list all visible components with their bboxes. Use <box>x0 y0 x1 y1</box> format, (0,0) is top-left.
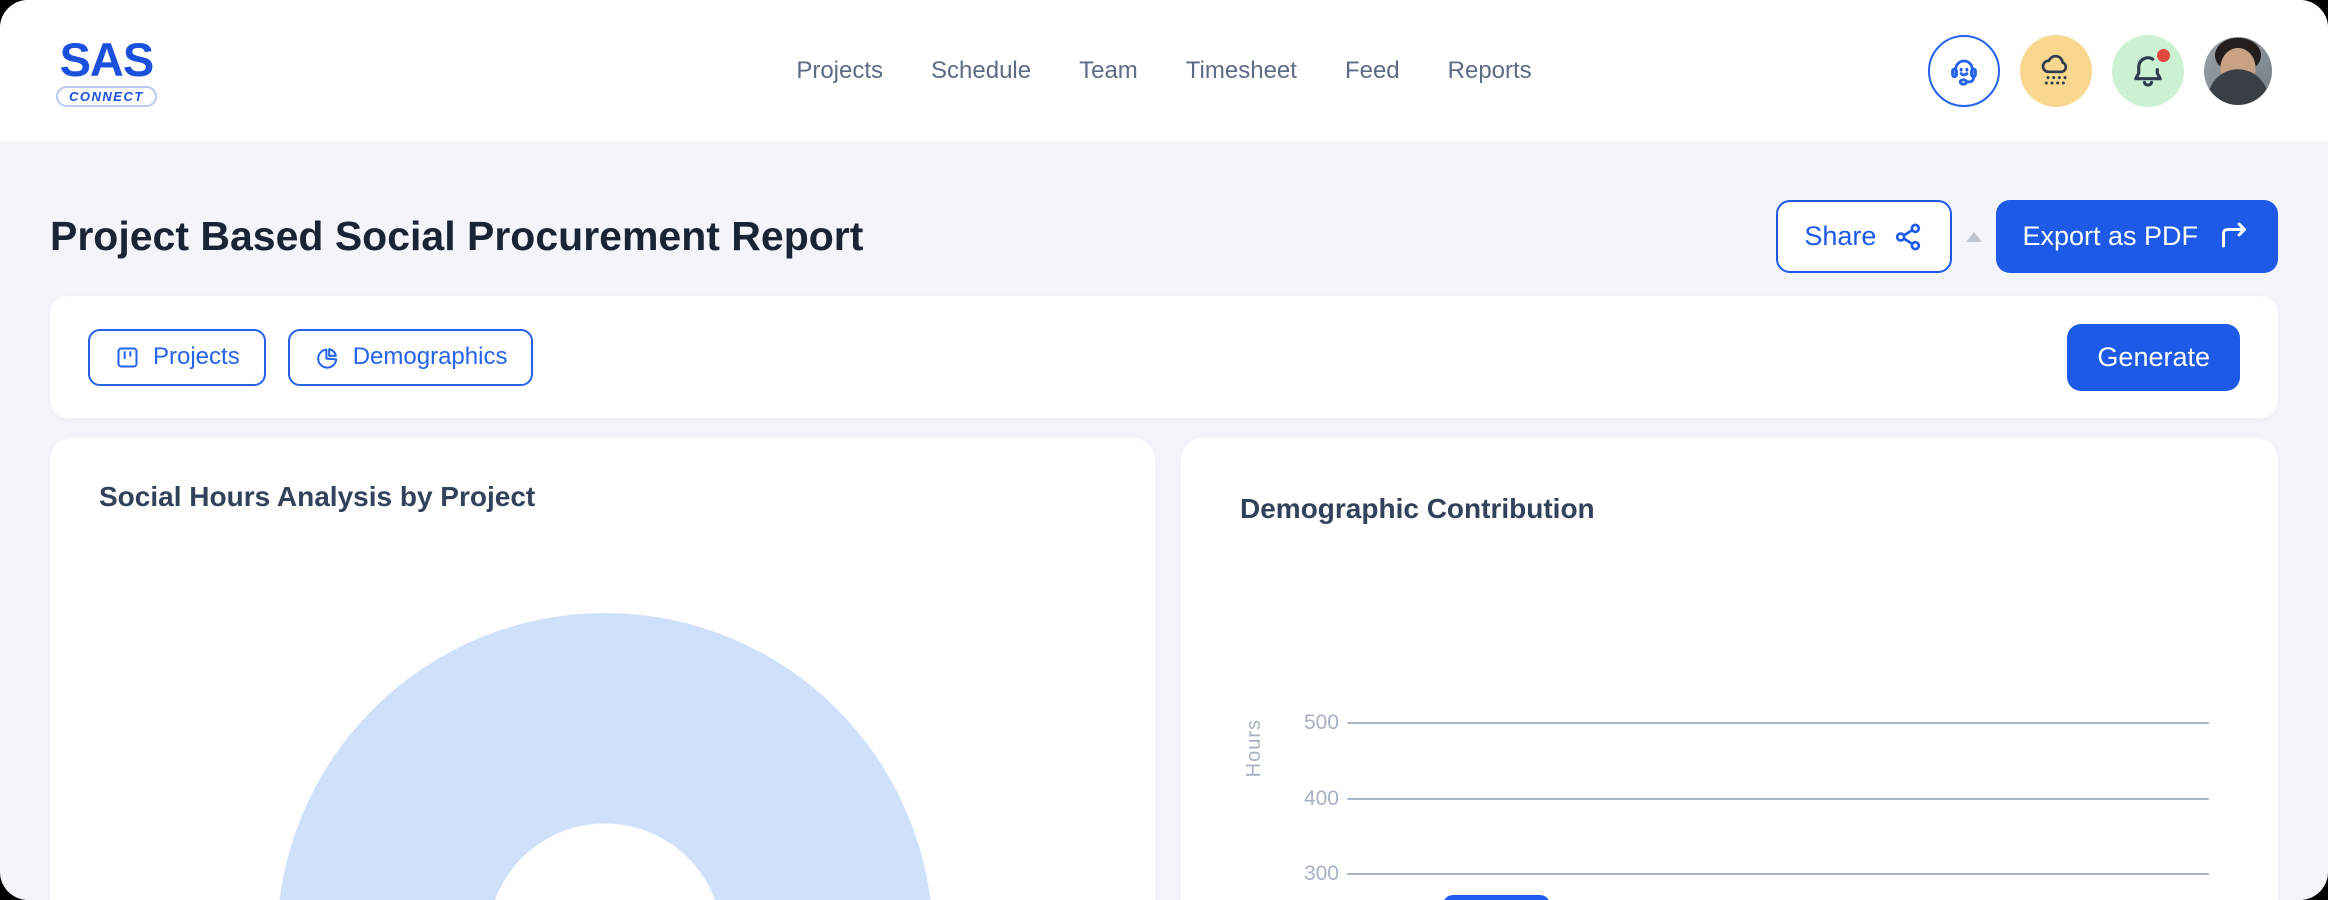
share-button[interactable]: Share <box>1776 200 1952 273</box>
header-icon-group <box>1928 35 2272 107</box>
share-nodes-icon <box>1892 221 1924 253</box>
export-pdf-button[interactable]: Export as PDF <box>1996 200 2278 273</box>
export-arrow-icon <box>2216 219 2252 255</box>
brand-name: SAS <box>60 36 154 83</box>
nav-item-projects[interactable]: Projects <box>796 57 883 85</box>
pie-chart-icon <box>314 344 341 371</box>
generate-button-label: Generate <box>2097 342 2210 373</box>
nav-item-timesheet[interactable]: Timesheet <box>1186 57 1297 85</box>
top-navbar: SAS CONNECT Projects Schedule Team Times… <box>0 0 2328 143</box>
page-header-row: Project Based Social Procurement Report … <box>50 200 2278 273</box>
filter-demographics-label: Demographics <box>353 343 508 371</box>
y-axis-label: Hours <box>1243 719 1266 777</box>
social-hours-donut-chart <box>277 613 933 900</box>
nav-item-team[interactable]: Team <box>1079 57 1138 85</box>
page-actions: Share Export as PDF <box>1776 200 2278 273</box>
support-button[interactable] <box>1928 35 2000 107</box>
filter-demographics-button[interactable]: Demographics <box>288 329 534 386</box>
headset-support-icon <box>1944 51 1984 91</box>
filter-projects-button[interactable]: Projects <box>88 329 266 386</box>
brand-badge: CONNECT <box>56 86 157 107</box>
bar-segment <box>1443 895 1550 900</box>
share-button-label: Share <box>1804 221 1876 252</box>
caret-up-icon <box>1966 232 1982 242</box>
export-pdf-button-label: Export as PDF <box>2022 221 2198 252</box>
notifications-button[interactable] <box>2112 35 2184 107</box>
gridline-500: 500 <box>1299 711 2209 735</box>
main-nav: Projects Schedule Team Timesheet Feed Re… <box>796 57 1531 85</box>
generate-button[interactable]: Generate <box>2067 324 2240 391</box>
gridline-400: 400 <box>1299 787 2209 811</box>
y-tick-500: 500 <box>1299 711 1339 735</box>
y-tick-400: 400 <box>1299 787 1339 811</box>
grid-line <box>1347 722 2209 724</box>
y-tick-300: 300 <box>1299 862 1339 886</box>
grid-line <box>1347 873 2209 875</box>
nav-item-schedule[interactable]: Schedule <box>931 57 1031 85</box>
report-filter-bar: Projects Demographics Generate <box>50 296 2278 418</box>
app-window: SAS CONNECT Projects Schedule Team Times… <box>0 0 2328 900</box>
charts-row: Social Hours Analysis by Project Demogra… <box>50 438 2278 900</box>
user-avatar[interactable] <box>2204 37 2272 105</box>
weather-button[interactable] <box>2020 35 2092 107</box>
grid-line <box>1347 798 2209 800</box>
filter-buttons: Projects Demographics <box>88 329 533 386</box>
social-hours-card: Social Hours Analysis by Project <box>50 438 1155 900</box>
filter-projects-label: Projects <box>153 343 240 371</box>
unread-dot <box>2157 49 2170 62</box>
nav-item-reports[interactable]: Reports <box>1448 57 1532 85</box>
hail-cloud-icon <box>2036 51 2076 91</box>
demographic-contribution-card: Demographic Contribution Hours 500 400 3… <box>1181 438 2278 900</box>
page-content: Project Based Social Procurement Report … <box>0 200 2328 900</box>
social-hours-card-title: Social Hours Analysis by Project <box>99 481 535 513</box>
brand-logo[interactable]: SAS CONNECT <box>56 36 157 107</box>
gridline-300: 300 <box>1299 862 2209 886</box>
page-title: Project Based Social Procurement Report <box>50 213 863 260</box>
kanban-icon <box>114 344 141 371</box>
demographic-bar-chart: Hours 500 400 300 <box>1181 438 2278 900</box>
nav-item-feed[interactable]: Feed <box>1345 57 1400 85</box>
